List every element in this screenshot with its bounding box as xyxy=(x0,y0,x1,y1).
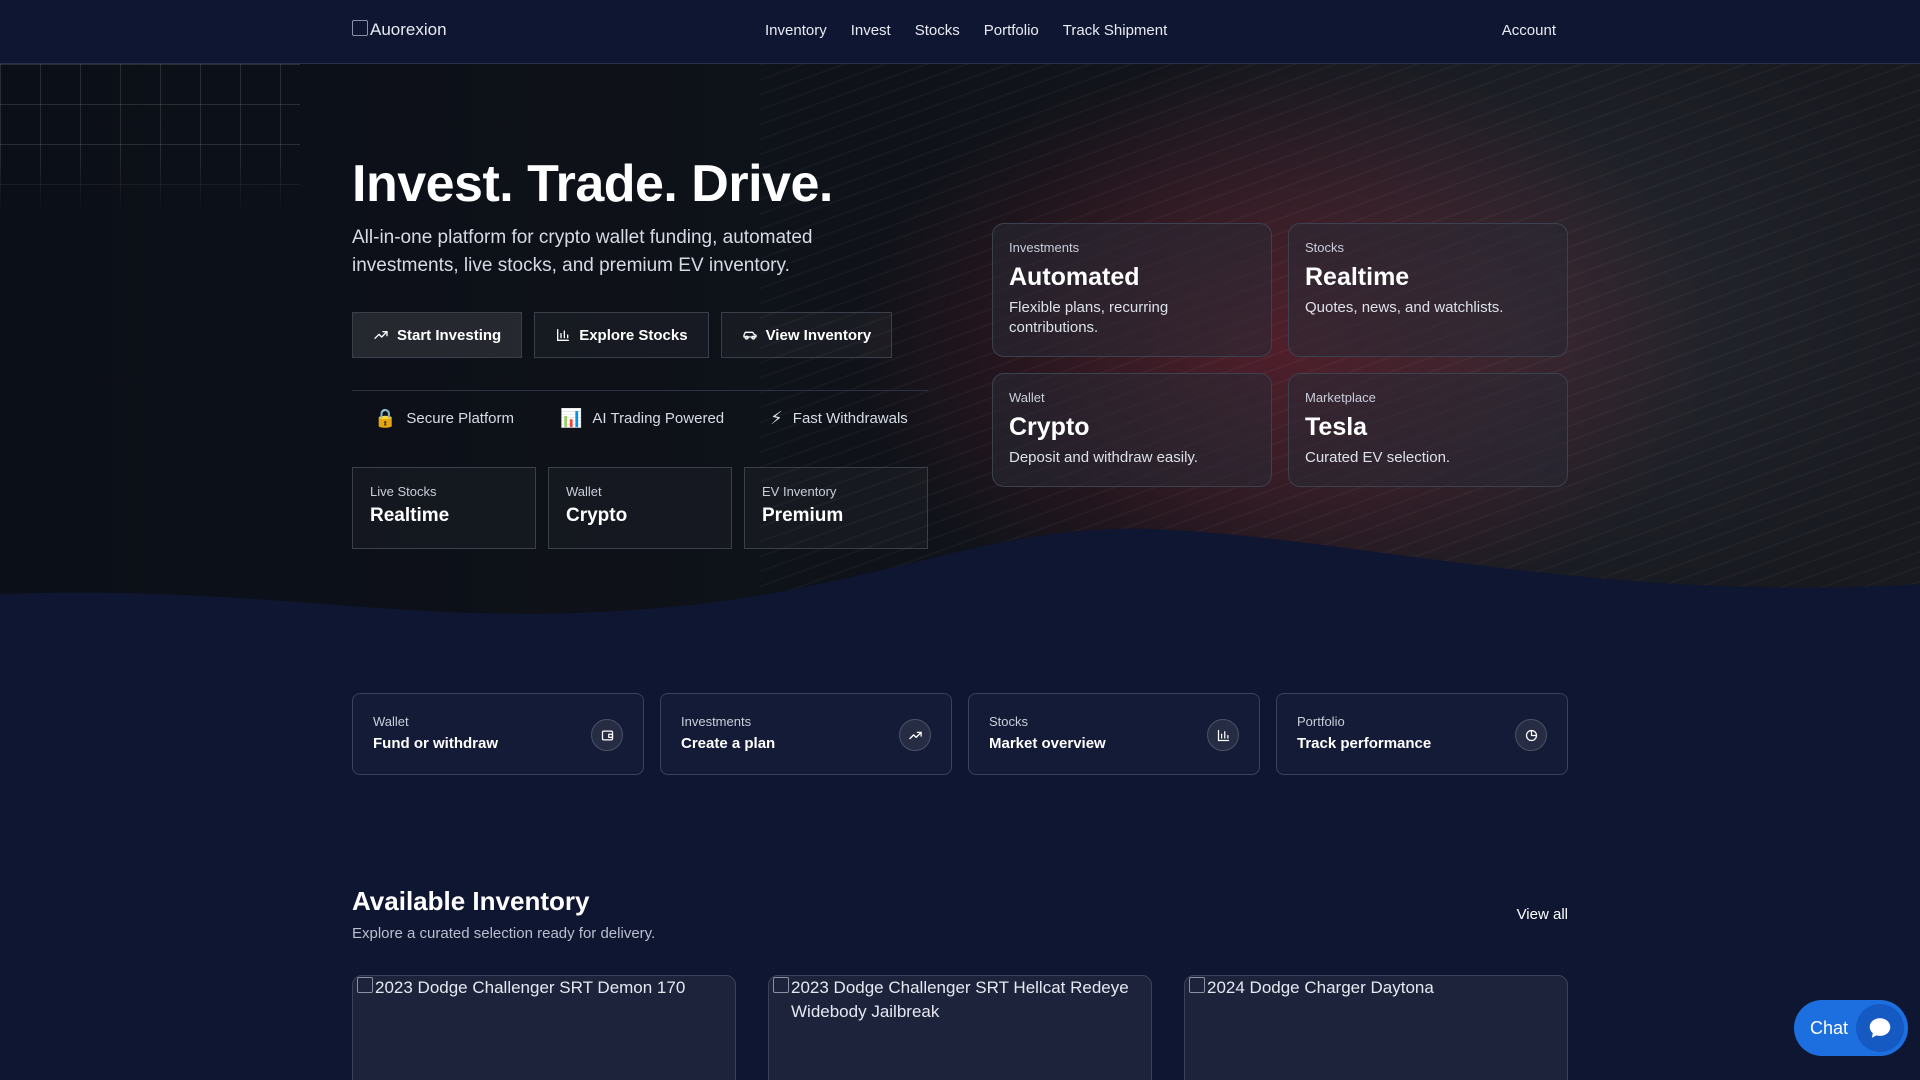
trending-up-icon xyxy=(899,719,931,751)
card-title: Tesla xyxy=(1305,413,1368,441)
quick-links: Wallet Fund or withdraw Investments Crea… xyxy=(352,693,1568,775)
car-image-alt: 2024 Dodge Charger Daytona xyxy=(1207,978,1434,997)
hero-buttons: Start Investing Explore Stocks View Inve… xyxy=(352,312,893,358)
broken-image-icon xyxy=(773,977,789,993)
quick-link-portfolio[interactable]: Portfolio Track performance xyxy=(1276,693,1568,775)
chat-label: Chat xyxy=(1810,1017,1849,1038)
hero-subtitle: All-in-one platform for crypto wallet fu… xyxy=(352,227,813,276)
car-image: 2023 Dodge Challenger SRT Hellcat Redeye… xyxy=(769,976,1151,1024)
stat-value: Premium xyxy=(762,505,844,526)
quick-link-wallet[interactable]: Wallet Fund or withdraw xyxy=(352,693,644,775)
stat-ev-inventory: EV Inventory Premium xyxy=(744,467,928,549)
card-description: Flexible plans, recurring contributions. xyxy=(1009,299,1169,336)
bar-chart-icon xyxy=(1207,719,1239,751)
wallet-icon xyxy=(591,719,623,751)
inventory-title: Available Inventory xyxy=(352,886,590,916)
card-label: Wallet xyxy=(1009,390,1045,405)
chat-button[interactable]: Chat xyxy=(1794,1000,1908,1056)
grid-decoration xyxy=(0,64,300,214)
pie-chart-icon xyxy=(1515,719,1547,751)
account-link[interactable]: Account xyxy=(1502,22,1556,39)
trending-up-icon xyxy=(374,331,388,339)
wave-divider xyxy=(0,528,1920,646)
chart-icon: 📊 xyxy=(559,408,583,428)
start-investing-label: Start Investing xyxy=(397,326,502,344)
view-inventory-button[interactable]: View Inventory xyxy=(720,312,893,358)
inventory-card[interactable]: 2023 Dodge Challenger SRT Demon 170 xyxy=(352,975,736,1080)
hero-section: Invest. Trade. Drive. All-in-one platfor… xyxy=(0,64,1920,646)
card-description: Quotes, news, and watchlists. xyxy=(1305,299,1504,316)
inventory-list: 2023 Dodge Challenger SRT Demon 170 2023… xyxy=(352,975,1568,1080)
card-marketplace[interactable]: Marketplace Tesla Curated EV selection. xyxy=(1288,373,1568,487)
quick-link-title: Track performance xyxy=(1297,735,1432,752)
feature-label: AI Trading Powered xyxy=(592,410,725,427)
lock-icon: 🔒 xyxy=(374,408,397,428)
quick-link-title: Create a plan xyxy=(681,735,776,752)
feature-ai-trading: 📊 AI Trading Powered xyxy=(560,408,724,429)
card-wallet[interactable]: Wallet Crypto Deposit and withdraw easil… xyxy=(992,373,1272,487)
card-description: Deposit and withdraw easily. xyxy=(1009,449,1198,466)
stat-value: Realtime xyxy=(370,505,450,526)
chat-bubble-icon xyxy=(1856,1004,1904,1052)
explore-stocks-label: Explore Stocks xyxy=(579,326,688,344)
feature-list: 🔒 Secure Platform 📊 AI Trading Powered ⚡… xyxy=(374,408,908,429)
feature-fast-withdrawals: ⚡ Fast Withdrawals xyxy=(770,408,908,429)
feature-label: Secure Platform xyxy=(406,410,514,427)
card-label: Stocks xyxy=(1305,240,1345,255)
quick-link-title: Fund or withdraw xyxy=(373,735,498,752)
broken-image-icon xyxy=(357,977,373,993)
nav-link-portfolio[interactable]: Portfolio xyxy=(984,22,1039,39)
inventory-card[interactable]: 2023 Dodge Challenger SRT Hellcat Redeye… xyxy=(768,975,1152,1080)
broken-image-icon xyxy=(352,20,368,36)
broken-image-icon xyxy=(1189,977,1205,993)
nav-link-track-shipment[interactable]: Track Shipment xyxy=(1063,22,1167,39)
brand-logo-alt: Auorexion xyxy=(370,20,447,39)
quick-link-label: Stocks xyxy=(989,714,1029,729)
card-label: Investments xyxy=(1009,240,1080,255)
inventory-subtitle: Explore a curated selection ready for de… xyxy=(352,925,656,942)
hero-divider xyxy=(352,390,928,391)
quick-link-label: Wallet xyxy=(373,714,409,729)
feature-secure-platform: 🔒 Secure Platform xyxy=(374,408,514,429)
card-investments[interactable]: Investments Automated Flexible plans, re… xyxy=(992,223,1272,357)
start-investing-button[interactable]: Start Investing xyxy=(352,312,523,358)
quick-link-investments[interactable]: Investments Create a plan xyxy=(660,693,952,775)
nav-links: Inventory Invest Stocks Portfolio Track … xyxy=(765,22,1167,39)
stat-label: Wallet xyxy=(566,484,602,499)
top-nav: Auorexion Inventory Invest Stocks Portfo… xyxy=(0,0,1920,64)
card-title: Crypto xyxy=(1009,413,1090,441)
stat-label: Live Stocks xyxy=(370,484,437,499)
car-image-alt: 2023 Dodge Challenger SRT Hellcat Redeye… xyxy=(791,978,1129,1021)
card-stocks[interactable]: Stocks Realtime Quotes, news, and watchl… xyxy=(1288,223,1568,357)
card-label: Marketplace xyxy=(1305,390,1376,405)
quick-link-label: Investments xyxy=(681,714,752,729)
nav-link-stocks[interactable]: Stocks xyxy=(915,22,960,39)
lightning-icon: ⚡ xyxy=(770,408,783,428)
stat-value: Crypto xyxy=(566,505,628,526)
card-title: Realtime xyxy=(1305,263,1410,291)
stat-live-stocks: Live Stocks Realtime xyxy=(352,467,536,549)
nav-link-inventory[interactable]: Inventory xyxy=(765,22,827,39)
view-all-link[interactable]: View all xyxy=(1517,906,1568,923)
car-image-alt: 2023 Dodge Challenger SRT Demon 170 xyxy=(375,978,686,997)
car-image: 2024 Dodge Charger Daytona xyxy=(1185,976,1567,1000)
card-title: Automated xyxy=(1009,263,1140,291)
car-icon xyxy=(742,331,757,340)
hero-stats: Live Stocks Realtime Wallet Crypto EV In… xyxy=(352,467,928,549)
quick-link-title: Market overview xyxy=(989,735,1106,752)
inventory-card[interactable]: 2024 Dodge Charger Daytona xyxy=(1184,975,1568,1080)
card-description: Curated EV selection. xyxy=(1305,449,1451,466)
quick-link-label: Portfolio xyxy=(1297,714,1345,729)
stat-label: EV Inventory xyxy=(762,484,837,499)
explore-stocks-button[interactable]: Explore Stocks xyxy=(534,312,709,358)
view-inventory-label: View Inventory xyxy=(765,326,872,344)
brand-logo[interactable]: Auorexion xyxy=(352,20,447,40)
quick-link-stocks[interactable]: Stocks Market overview xyxy=(968,693,1260,775)
bar-chart-icon xyxy=(557,329,570,341)
nav-link-invest[interactable]: Invest xyxy=(851,22,891,39)
stat-wallet: Wallet Crypto xyxy=(548,467,732,549)
hero-title: Invest. Trade. Drive. xyxy=(352,155,833,213)
car-image: 2023 Dodge Challenger SRT Demon 170 xyxy=(353,976,735,1000)
feature-label: Fast Withdrawals xyxy=(792,410,908,427)
